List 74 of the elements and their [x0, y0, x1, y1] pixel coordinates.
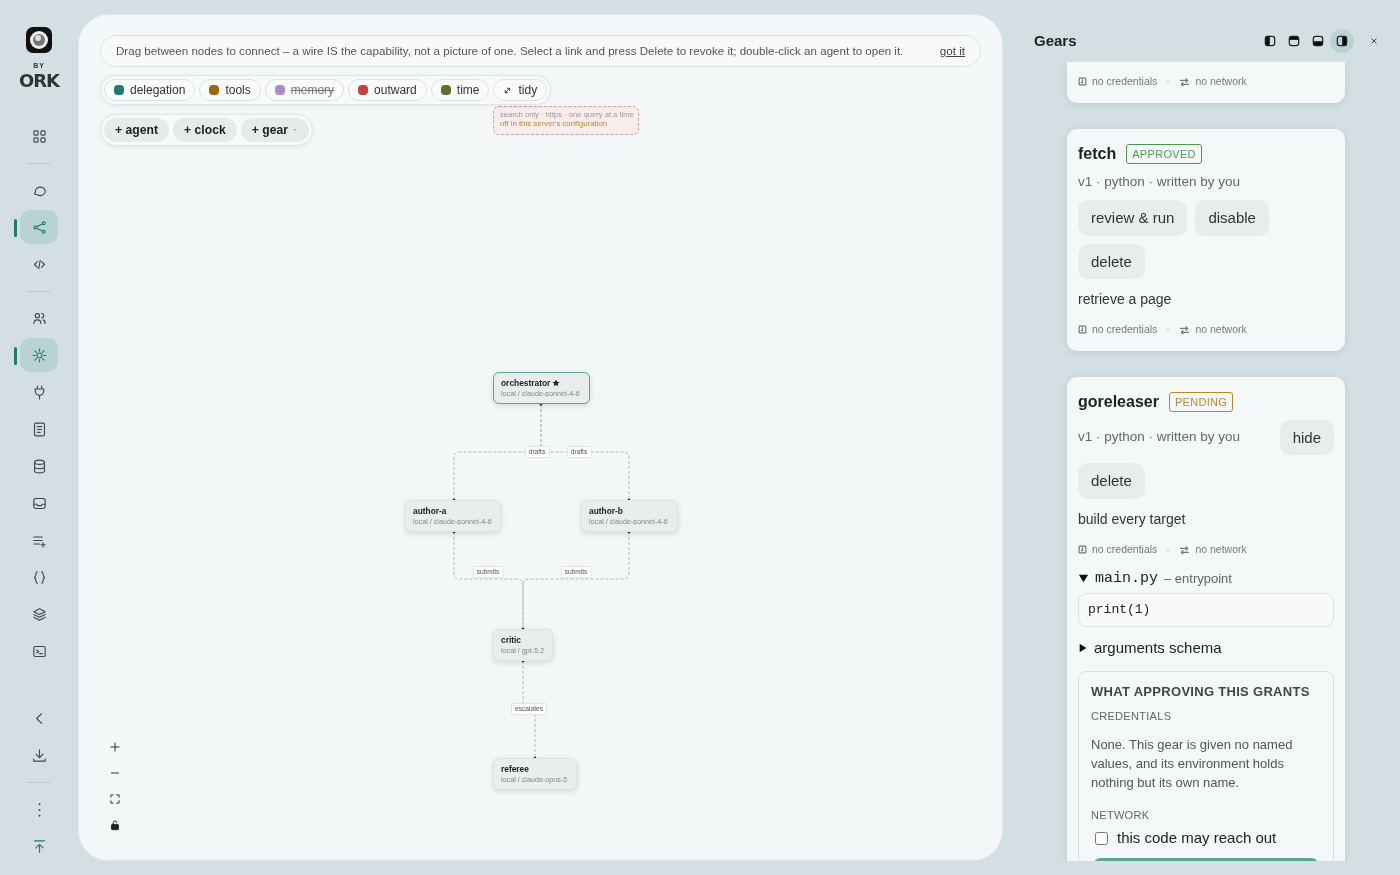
node-title: author-b — [589, 506, 623, 517]
key-icon — [1078, 77, 1087, 87]
status-tag: APPROVED — [1126, 143, 1202, 164]
node-title: orchestrator — [501, 378, 551, 389]
node-title: author-a — [413, 506, 447, 517]
schema-toggle[interactable]: arguments schema — [1078, 636, 1222, 659]
logo-text: ORK — [18, 71, 60, 90]
gear-description: retrieve a page — [1078, 290, 1173, 309]
credentials-note: no credentials — [1092, 322, 1158, 337]
panel-layout-icon — [1311, 34, 1325, 48]
gear-action-button[interactable]: delete — [1078, 243, 1145, 279]
file-toggle[interactable]: main.py – entrypoint — [1078, 567, 1232, 590]
expand-icon — [503, 85, 513, 95]
gear-action-button[interactable]: review & run — [1078, 200, 1188, 236]
tidy-button[interactable]: tidy — [493, 79, 548, 101]
triangle-right-icon — [1078, 642, 1088, 653]
credentials-note: no credentials — [1092, 74, 1158, 89]
plus-icon — [108, 740, 122, 754]
close-icon — [1369, 36, 1379, 46]
credentials-text: None. This gear is given no named values, and its environment holds nothing but its own name. — [1091, 736, 1294, 792]
gear-description: build every target — [1078, 509, 1187, 529]
lock-icon — [108, 818, 122, 832]
network-note: no network — [1195, 74, 1247, 89]
gear-name: goreleaser — [1078, 391, 1159, 412]
layers-icon — [30, 605, 48, 623]
network-note: no network — [1195, 322, 1247, 337]
network-checkbox[interactable] — [1095, 831, 1108, 845]
swap-arrows-icon — [1179, 544, 1191, 555]
grants-title: WHAT APPROVING THIS GRANTS — [1091, 683, 1311, 701]
panel-layout-icon — [1263, 34, 1277, 48]
gear-action-button[interactable]: delete — [1078, 463, 1145, 499]
dock-mode-button[interactable] — [1330, 29, 1354, 53]
share-icon — [30, 218, 48, 236]
node-title: referee — [501, 764, 529, 775]
panel-title: Gears — [1034, 32, 1077, 50]
filter-chip[interactable]: delegation — [104, 79, 196, 101]
swap-arrows-icon — [1179, 324, 1191, 335]
hint-text: Drag between nodes to connect – a wire IS the capability, not a picture of one. Select a link and press Delete to revoke it; double-click an agent to open it. — [116, 43, 904, 60]
swap-arrows-icon — [1179, 76, 1191, 87]
sidebar-button[interactable] — [20, 338, 58, 372]
add-button[interactable]: + agent — [104, 118, 169, 142]
more-icon — [37, 802, 41, 817]
checkbox-label: this code may reach out — [1117, 828, 1277, 849]
gear-action-button[interactable]: hide — [1279, 419, 1334, 456]
got-it-link[interactable]: got it — [939, 42, 965, 60]
selection-bar — [14, 218, 17, 237]
add-button[interactable]: + clock — [173, 118, 237, 142]
status-tag: PENDING — [1168, 391, 1234, 412]
sun-icon — [30, 346, 48, 364]
node-title: critic — [501, 635, 522, 646]
selection-bar — [14, 346, 17, 365]
filter-chip[interactable]: tools — [199, 79, 261, 101]
key-icon — [1078, 545, 1087, 555]
section-heading: CREDENTIALS — [1091, 708, 1173, 724]
logo-icon — [24, 25, 54, 55]
key-icon — [1078, 325, 1087, 335]
panel-layout-icon — [1335, 34, 1349, 48]
gear-subtitle: v1 · python · written by you — [1078, 428, 1242, 447]
code-block: print(1) — [1078, 593, 1334, 627]
add-button[interactable]: + gear — [240, 118, 309, 142]
fullscreen-icon — [108, 792, 122, 806]
download-icon — [30, 747, 48, 764]
triangle-down-icon — [1078, 573, 1089, 585]
gear-subtitle: v1 · python · written by you — [1078, 172, 1242, 191]
gear-action-button[interactable]: disable — [1195, 200, 1269, 236]
section-heading: NETWORK — [1091, 807, 1151, 823]
filter-chip[interactable]: time — [430, 79, 490, 101]
network-note: no network — [1195, 541, 1247, 557]
filter-chip[interactable]: outward — [348, 79, 427, 101]
filter-chip[interactable]: memory — [264, 79, 345, 101]
grid-icon — [30, 127, 48, 145]
gear-name: fetch — [1078, 143, 1117, 164]
credentials-note: no credentials — [1092, 541, 1158, 557]
panel-layout-icon — [1287, 34, 1301, 48]
